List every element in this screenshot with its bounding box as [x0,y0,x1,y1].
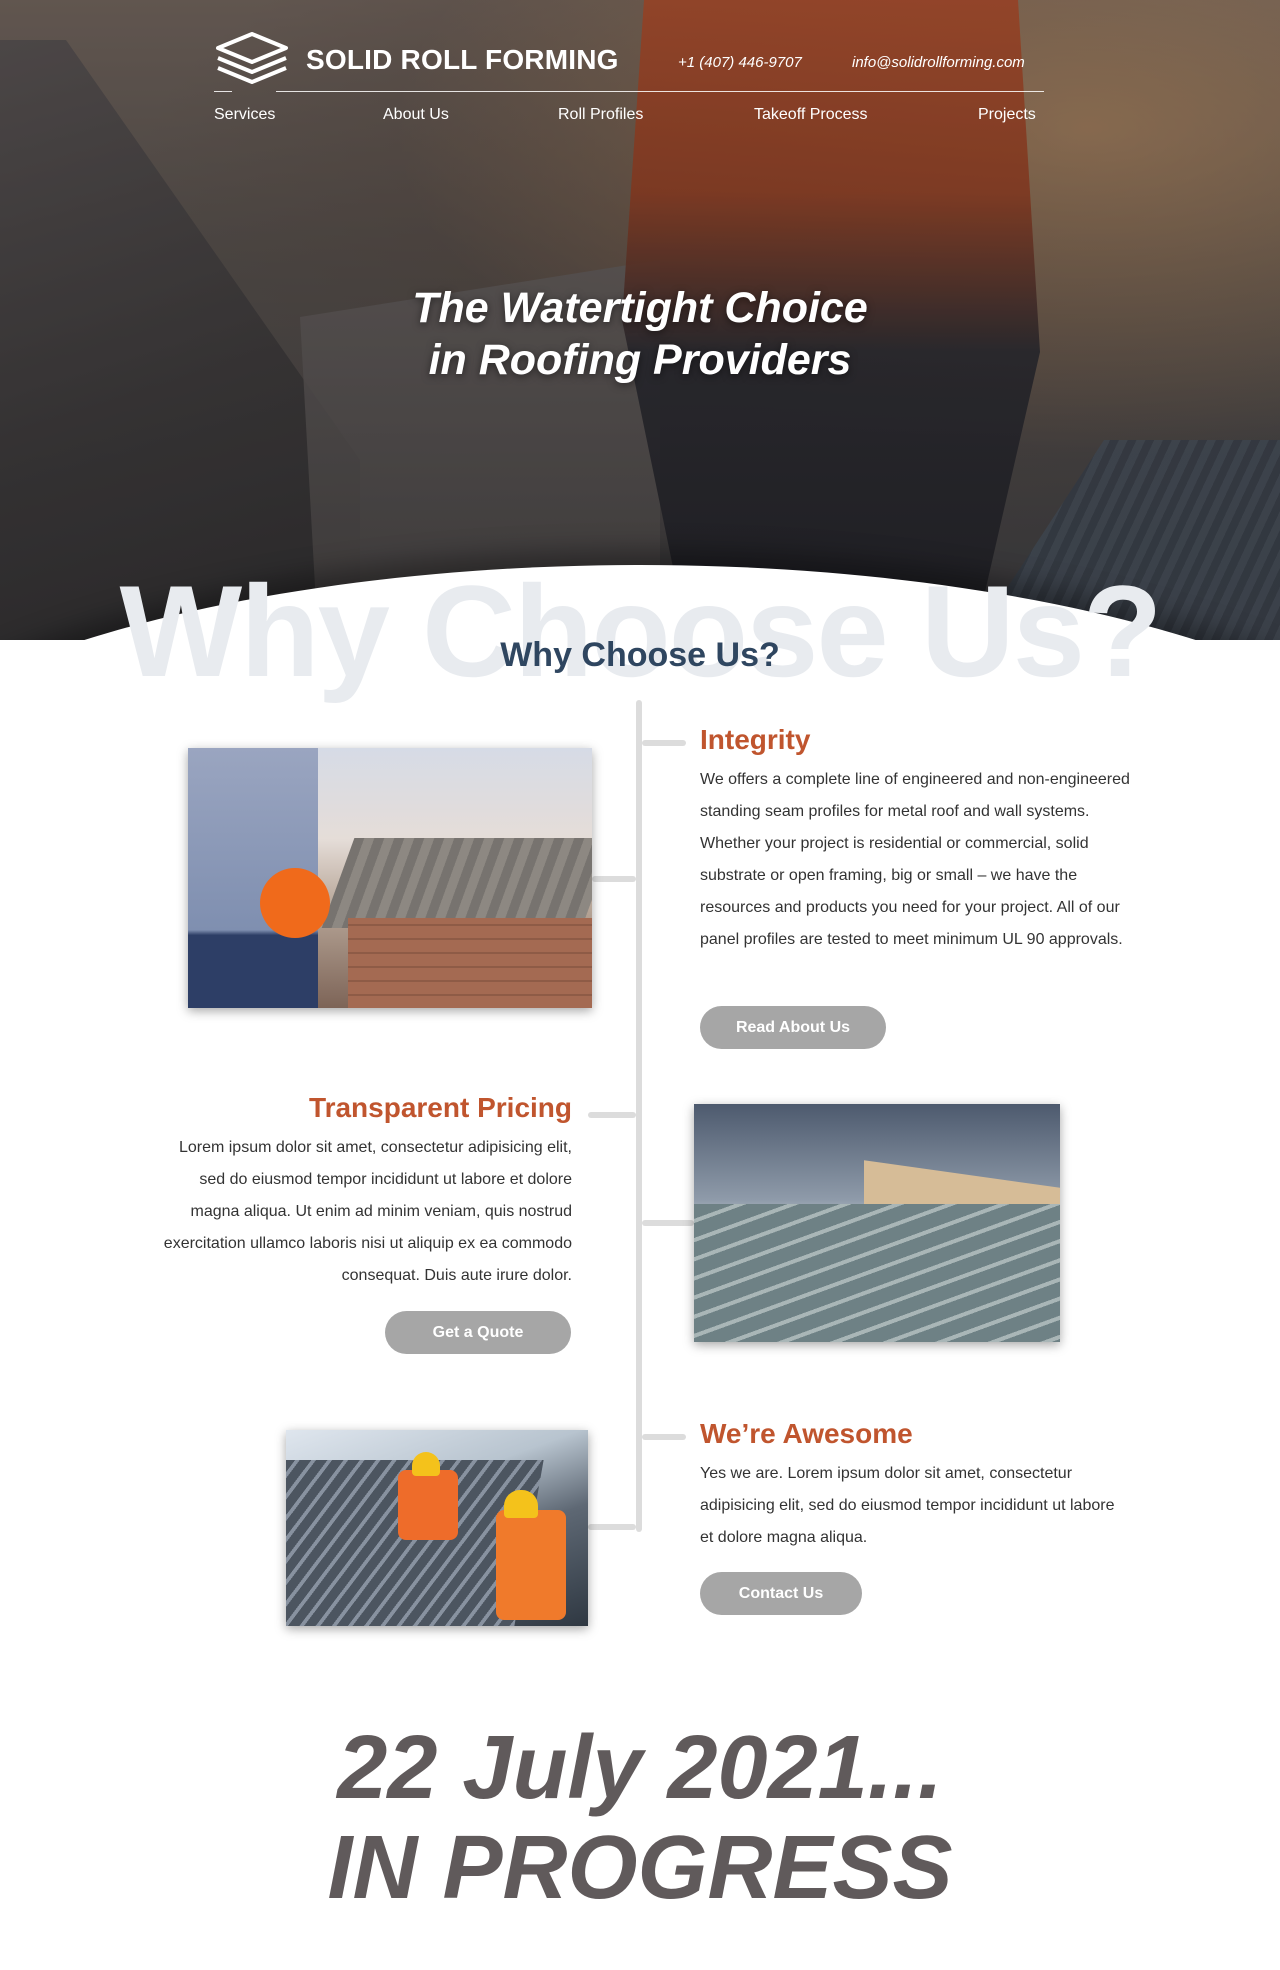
nav-about-us[interactable]: About Us [383,106,449,124]
pricing-text: Lorem ipsum dolor sit amet, consectetur … [163,1139,572,1284]
integrity-title: Integrity [700,724,811,755]
progress-label: IN PROGRESS [327,1818,953,1918]
timeline-branch [642,740,686,746]
awesome-text: Yes we are. Lorem ipsum dolor sit amet, … [700,1465,1115,1546]
pricing-photo [694,1104,1060,1342]
hero-headline: The Watertight Choice in Roofing Provide… [0,282,1280,386]
phone-link[interactable]: +1 (407) 446-9707 [678,54,802,71]
section-title: Why Choose Us? [500,636,780,674]
read-about-us-button[interactable]: Read About Us [700,1006,886,1049]
brand-name: SOLID ROLL FORMING [306,44,619,75]
integrity-text: We offers a complete line of engineered … [700,771,1130,948]
main-nav: Services About Us Roll Profiles Takeoff … [214,106,1044,130]
nav-projects[interactable]: Projects [978,106,1036,124]
timeline-branch [588,1112,636,1118]
email-link[interactable]: info@solidrollforming.com [852,54,1025,71]
timeline-branch [642,1434,686,1440]
progress-status: 22 July 2021... IN PROGRESS [0,1718,1280,1918]
timeline-branch [592,876,636,882]
timeline-branch [588,1524,636,1530]
awesome-title: We’re Awesome [700,1418,913,1449]
site-logo[interactable]: SOLID ROLL FORMING [214,30,619,90]
progress-date: 22 July 2021... [337,1718,943,1818]
pricing-title: Transparent Pricing [309,1092,572,1123]
get-a-quote-button[interactable]: Get a Quote [385,1311,571,1354]
timeline-branch [642,1220,694,1226]
integrity-photo [188,748,592,1008]
hero-headline-line1: The Watertight Choice [412,284,868,332]
stacked-layers-icon [216,32,288,84]
header-divider-short [214,91,232,92]
hero-headline-line2: in Roofing Providers [428,336,852,384]
contact-us-button[interactable]: Contact Us [700,1572,862,1615]
awesome-photo [286,1430,588,1626]
nav-roll-profiles[interactable]: Roll Profiles [558,106,643,124]
timeline-line [636,700,642,1532]
nav-services[interactable]: Services [214,106,275,124]
section-watermark: Why Choose Us? [119,558,1163,704]
header-divider [276,91,1044,92]
nav-takeoff-process[interactable]: Takeoff Process [754,106,868,124]
